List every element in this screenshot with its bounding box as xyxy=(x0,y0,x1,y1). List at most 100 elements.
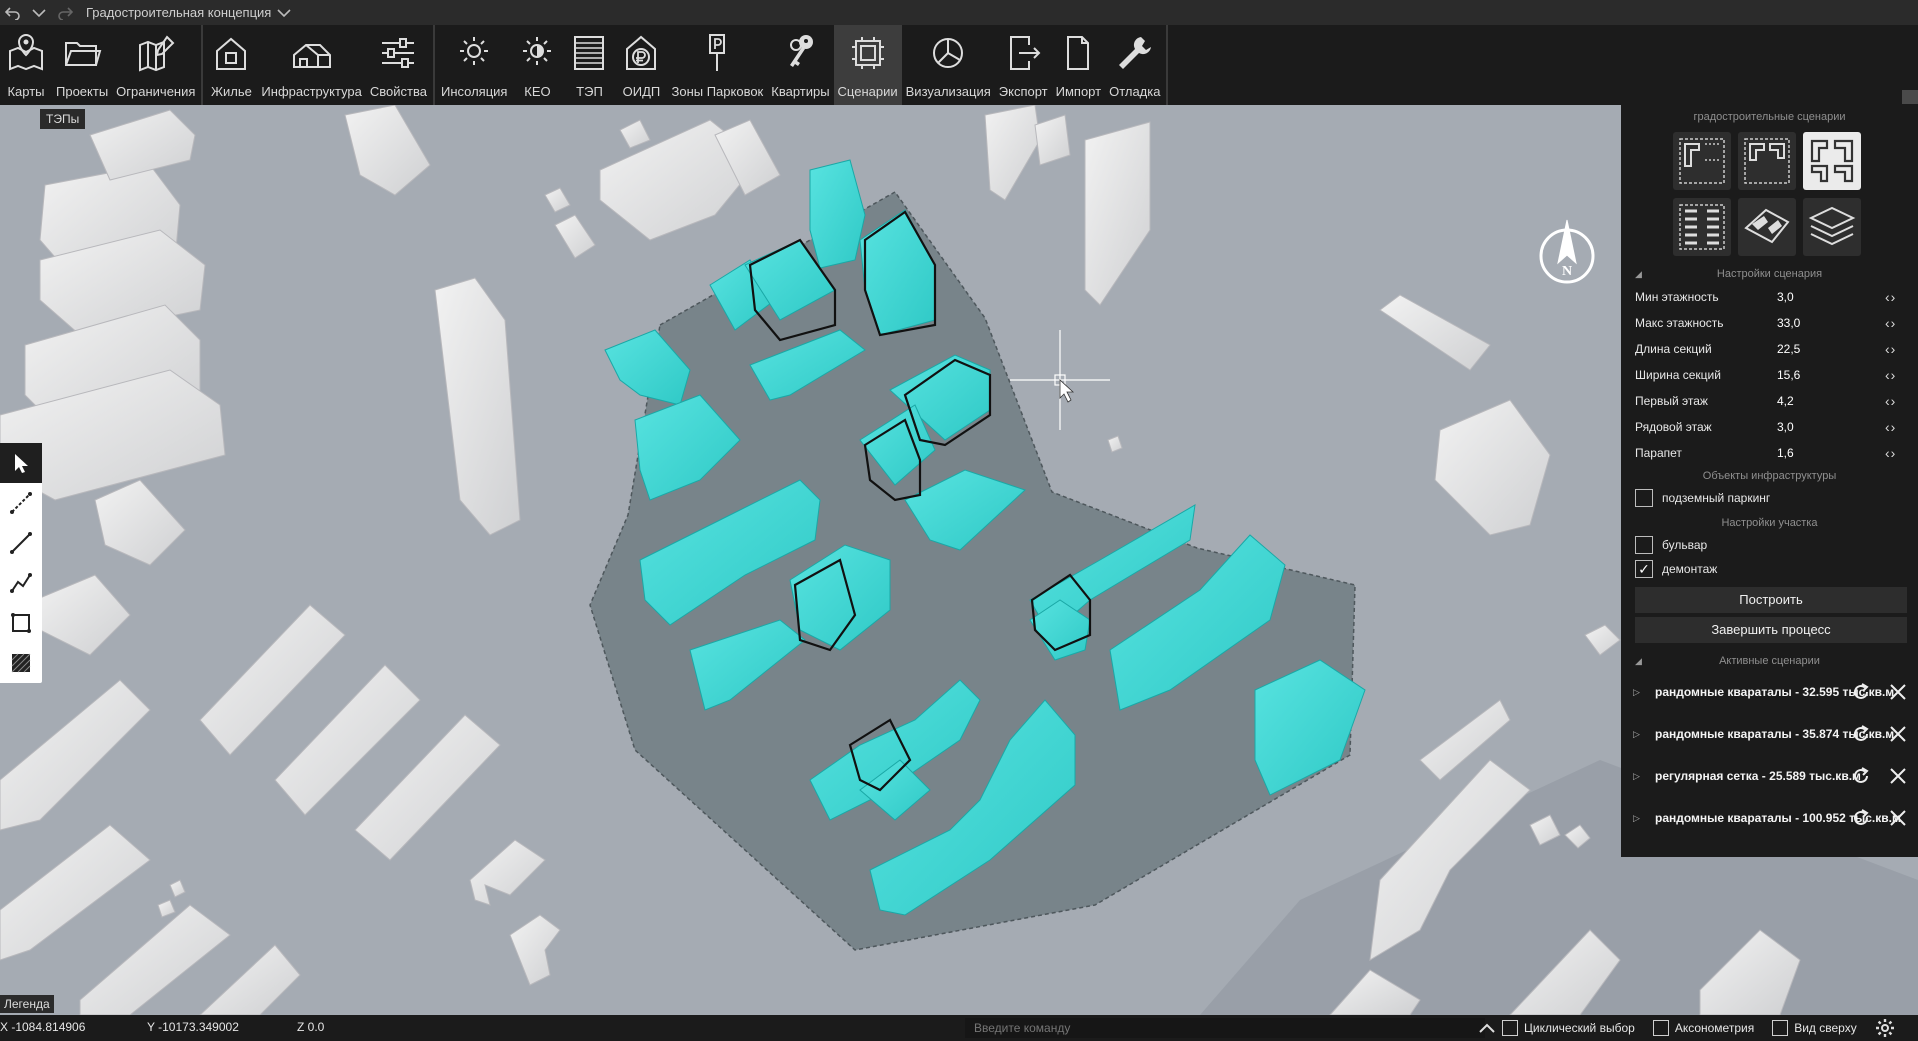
tool-import[interactable]: Импорт xyxy=(1052,25,1105,105)
checkbox-box[interactable] xyxy=(1502,1020,1518,1036)
param-value[interactable]: 3,0 xyxy=(1777,290,1885,304)
tool-debug[interactable]: Отладка xyxy=(1105,25,1164,105)
undo-icon[interactable] xyxy=(0,0,26,25)
scenario-diagonal-button[interactable] xyxy=(1738,198,1796,256)
sliders-icon xyxy=(382,38,415,68)
param-label: Парапет xyxy=(1635,446,1682,460)
refresh-icon[interactable] xyxy=(1850,765,1872,787)
tool-projects[interactable]: Проекты xyxy=(52,25,112,105)
toolbar-separator xyxy=(1166,25,1169,105)
gear-icon[interactable] xyxy=(1875,1018,1895,1038)
param-section-length: Длина секций 22,5 ‹› xyxy=(1621,336,1918,362)
active-scenario-item[interactable]: ▷ рандомные квараталы - 35.874 тыс.кв.м xyxy=(1621,713,1918,755)
axonometry-toggle[interactable]: Аксонометрия xyxy=(1652,1020,1754,1036)
teps-tag[interactable]: ТЭПы xyxy=(40,109,86,129)
tool-apartments[interactable]: Квартиры xyxy=(767,25,833,105)
param-value[interactable]: 33,0 xyxy=(1777,316,1885,330)
redo-icon[interactable] xyxy=(52,0,78,25)
tool-keo[interactable]: КЕО xyxy=(511,25,563,105)
tool-parking-zones[interactable]: Зоны Парковок xyxy=(667,25,767,105)
checkbox-box[interactable] xyxy=(1772,1020,1789,1036)
checkbox-box[interactable] xyxy=(1635,489,1653,507)
site-settings-header: Настройки участка xyxy=(1721,517,1818,529)
expand-triangle-icon[interactable]: ▷ xyxy=(1633,729,1655,740)
param-value[interactable]: 3,0 xyxy=(1777,420,1885,434)
collapse-triangle-icon[interactable]: ◢ xyxy=(1635,264,1642,284)
active-scenario-item[interactable]: ▷ рандомные квараталы - 100.952 тыс.кв.м xyxy=(1621,797,1918,839)
title-chevron-down-icon[interactable] xyxy=(271,0,297,25)
stepper-arrows-icon[interactable]: ‹› xyxy=(1885,289,1896,305)
stepper-arrows-icon[interactable]: ‹› xyxy=(1885,341,1896,357)
demolition-checkbox[interactable]: ✓ демонтаж xyxy=(1621,557,1918,581)
active-scenario-item[interactable]: ▷ рандомные квараталы - 32.595 тыс.кв.м xyxy=(1621,671,1918,713)
tool-scenarios[interactable]: Сценарии xyxy=(833,25,902,105)
param-value[interactable]: 1,6 xyxy=(1777,446,1885,460)
rectangle-tool[interactable] xyxy=(0,603,42,643)
tool-housing[interactable]: Жилье xyxy=(205,25,257,105)
undo-history-chevron-down-icon[interactable] xyxy=(26,0,52,25)
expand-triangle-icon[interactable]: ▷ xyxy=(1633,771,1655,782)
hatch-tool[interactable] xyxy=(0,643,42,683)
finish-process-button[interactable]: Завершить процесс xyxy=(1635,617,1907,643)
tool-oidp[interactable]: ОИДП xyxy=(615,25,667,105)
tool-constraints[interactable]: Ограничения xyxy=(112,25,199,105)
active-scenario-item[interactable]: ▷ регулярная сетка - 25.589 тыс.кв.м xyxy=(1621,755,1918,797)
cyclic-select-toggle[interactable]: Циклический выбор xyxy=(1502,1020,1635,1036)
refresh-icon[interactable] xyxy=(1850,723,1872,745)
tool-infrastructure[interactable]: Инфраструктура xyxy=(257,25,365,105)
expand-triangle-icon[interactable]: ▷ xyxy=(1633,687,1655,698)
tool-maps[interactable]: Карты xyxy=(0,25,52,105)
tool-visualization[interactable]: Визуализация xyxy=(902,25,995,105)
stepper-arrows-icon[interactable]: ‹› xyxy=(1885,445,1896,461)
scenario-grid-2-button[interactable] xyxy=(1738,132,1796,190)
stepper-arrows-icon[interactable]: ‹› xyxy=(1885,367,1896,383)
line-tool[interactable] xyxy=(0,523,42,563)
param-parapet: Парапет 1,6 ‹› xyxy=(1621,440,1918,466)
param-value[interactable]: 22,5 xyxy=(1777,342,1885,356)
checkbox-box[interactable] xyxy=(1635,536,1653,554)
command-input[interactable] xyxy=(965,1018,1485,1038)
tool-label: Импорт xyxy=(1055,84,1102,99)
boulevard-checkbox[interactable]: бульвар xyxy=(1621,533,1918,557)
tool-label: Ограничения xyxy=(116,84,196,99)
compass-icon[interactable]: N xyxy=(1536,217,1598,287)
collapse-triangle-icon[interactable]: ◢ xyxy=(1635,651,1642,671)
scenario-grid-1-button[interactable] xyxy=(1673,132,1731,190)
stepper-arrows-icon[interactable]: ‹› xyxy=(1885,419,1896,435)
refresh-icon[interactable] xyxy=(1850,807,1872,829)
checkbox-box[interactable] xyxy=(1652,1020,1669,1036)
stepper-arrows-icon[interactable]: ‹› xyxy=(1885,315,1896,331)
underground-parking-checkbox[interactable]: подземный паркинг xyxy=(1621,486,1918,510)
param-label: Ширина секций xyxy=(1635,368,1721,382)
scenario-grid-3-button[interactable] xyxy=(1803,132,1861,190)
param-value[interactable]: 4,2 xyxy=(1777,394,1885,408)
tool-tep[interactable]: ТЭП xyxy=(563,25,615,105)
close-icon[interactable] xyxy=(1887,765,1909,787)
close-icon[interactable] xyxy=(1887,807,1909,829)
chevron-up-icon[interactable] xyxy=(1478,1022,1496,1034)
toolbar-scrollbar[interactable] xyxy=(1902,90,1918,104)
close-icon[interactable] xyxy=(1887,681,1909,703)
dashed-line-icon xyxy=(10,492,32,514)
expand-triangle-icon[interactable]: ▷ xyxy=(1633,813,1655,824)
stepper-arrows-icon[interactable]: ‹› xyxy=(1885,393,1896,409)
legend-button[interactable]: Легенда xyxy=(0,995,54,1013)
sun-icon xyxy=(460,37,489,65)
select-tool[interactable] xyxy=(0,443,42,483)
infrastructure-header: Объекты инфраструктуры xyxy=(1702,470,1837,482)
tool-insolation[interactable]: Инсоляция xyxy=(437,25,512,105)
checkmark-icon[interactable]: ✓ xyxy=(1635,560,1653,578)
build-button[interactable]: Построить xyxy=(1635,587,1907,613)
top-view-toggle[interactable]: Вид сверху xyxy=(1772,1020,1857,1036)
scenario-layers-button[interactable] xyxy=(1803,198,1861,256)
scenario-rows-button[interactable] xyxy=(1673,198,1731,256)
refresh-icon[interactable] xyxy=(1850,681,1872,703)
tool-export[interactable]: Экспорт xyxy=(995,25,1052,105)
param-value[interactable]: 15,6 xyxy=(1777,368,1885,382)
dashed-line-tool[interactable] xyxy=(0,483,42,523)
tool-label: Жилье xyxy=(210,84,252,99)
tool-properties[interactable]: Свойства xyxy=(366,25,431,105)
polyline-tool[interactable] xyxy=(0,563,42,603)
scenario-panel: градостроительные сценарии ◢ Настройки с… xyxy=(1621,105,1918,857)
close-icon[interactable] xyxy=(1887,723,1909,745)
